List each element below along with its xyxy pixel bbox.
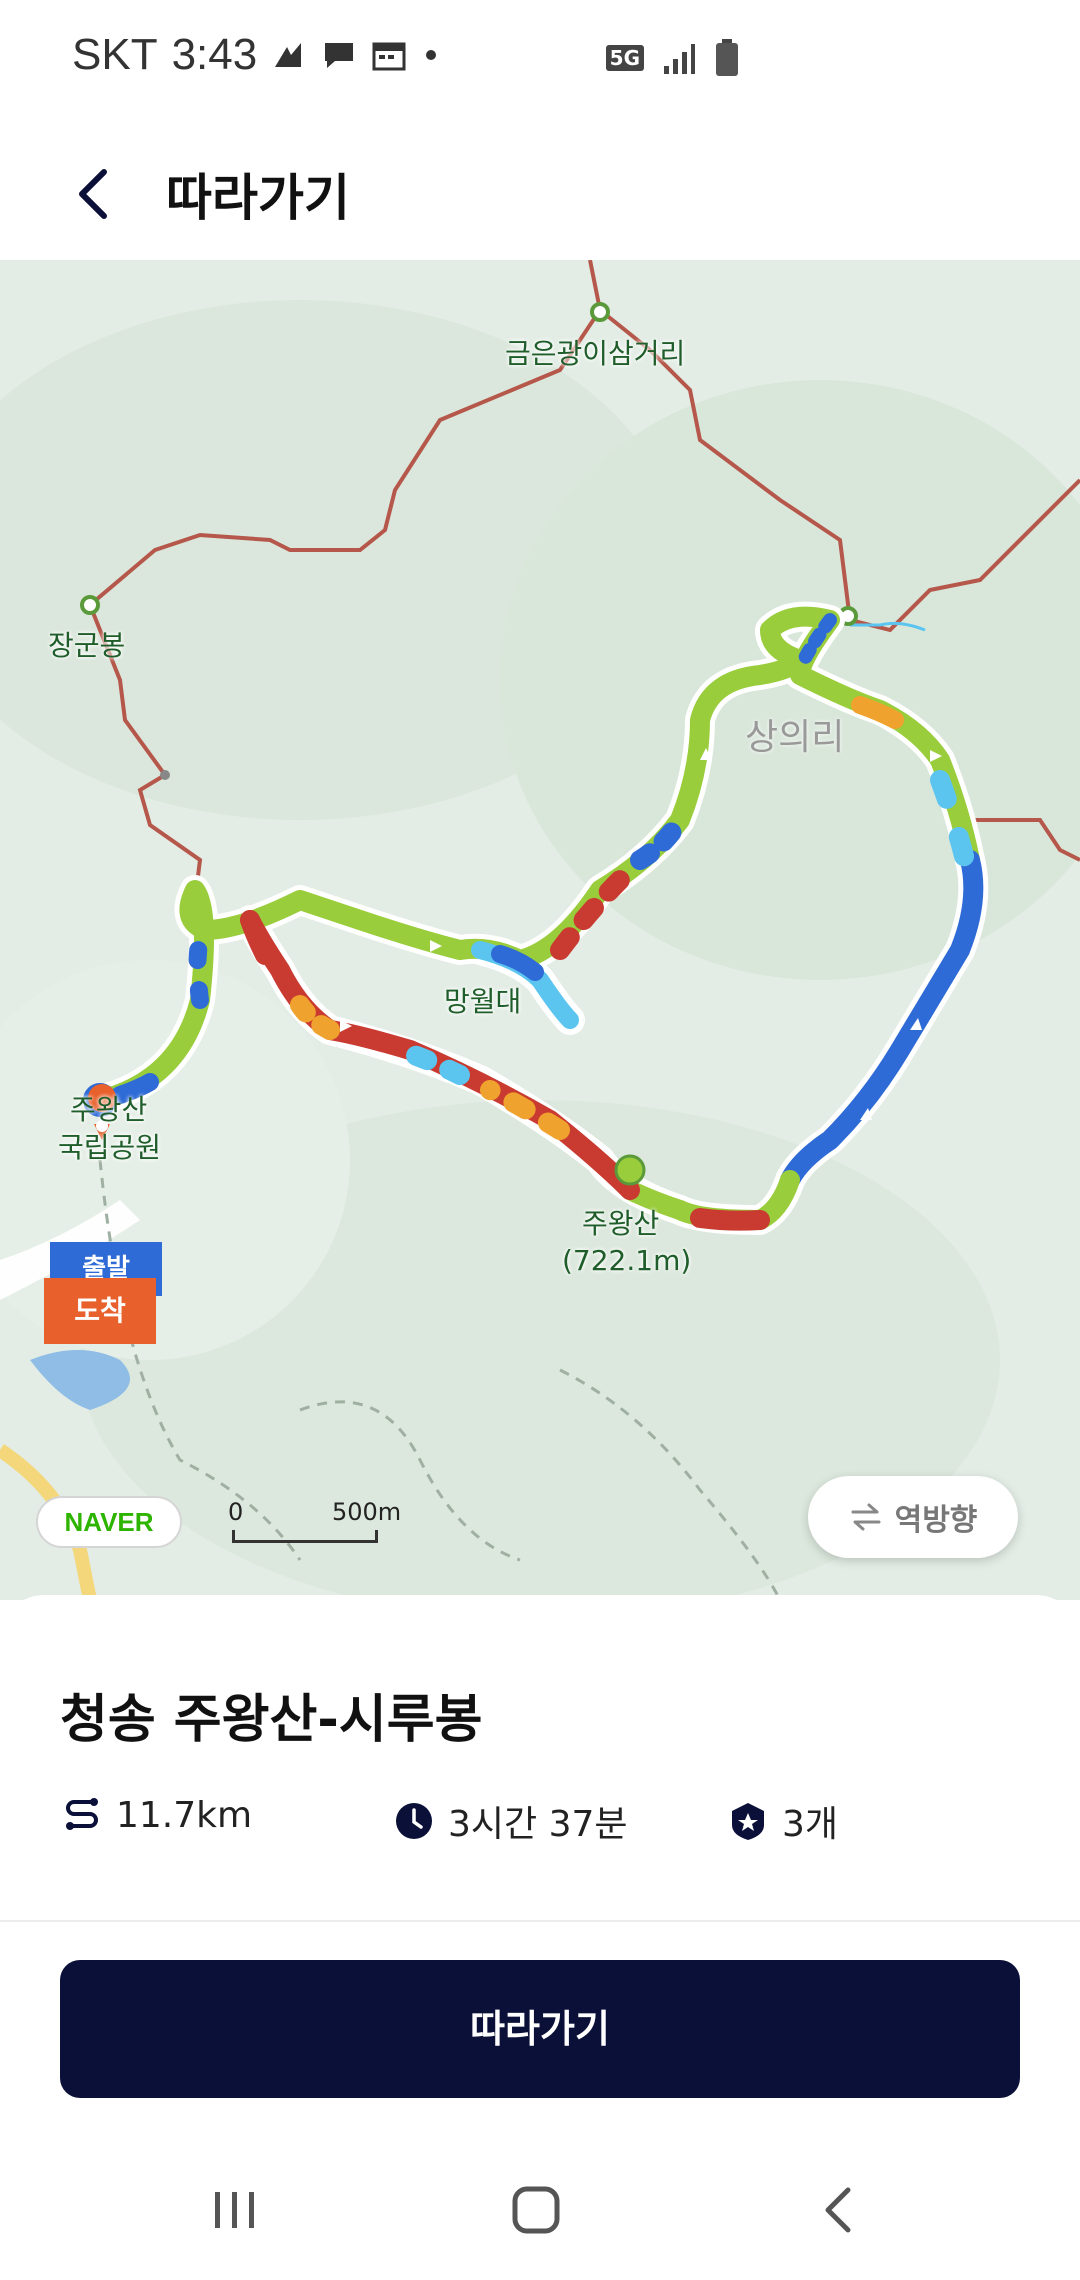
map-label-junction: 금은광이삼거리 — [505, 337, 686, 370]
page-title: 따라가기 — [166, 169, 350, 227]
back-icon[interactable] — [810, 2180, 870, 2240]
duration-value: 3시간 37분 — [448, 1804, 628, 1845]
clock-label: 3:43 — [171, 30, 258, 79]
home-icon[interactable] — [506, 2180, 566, 2240]
distance-stat: 11.7km — [62, 1795, 252, 1836]
signal-icon — [664, 44, 695, 74]
app-notification-icon — [275, 43, 302, 67]
follow-button[interactable]: 따라가기 — [60, 1960, 1020, 2098]
map-label-park-line2: 국립공원 — [58, 1131, 162, 1164]
course-title: 청송 주왕산-시루봉 — [60, 1690, 483, 1750]
calendar-icon — [372, 42, 406, 71]
scale-distance-label: 500m — [332, 1498, 402, 1526]
carrier-label: SKT — [72, 30, 158, 79]
map-label-juwangsan: 주왕산 — [582, 1207, 660, 1240]
naver-logo: NAVER — [36, 1496, 182, 1548]
battery-icon — [716, 39, 738, 76]
distance-value: 11.7km — [116, 1795, 253, 1836]
scale-bar — [232, 1530, 378, 1543]
map-scale: 0 500m — [228, 1498, 428, 1558]
badge-count-stat: 3개 — [728, 1795, 838, 1847]
badge-count-value: 3개 — [782, 1804, 839, 1845]
shield-star-icon — [732, 1803, 764, 1840]
route-map[interactable]: 금은광이삼거리 장군봉 상의리 망월대 주왕산 (722.1m) 주왕산 국립공… — [0, 260, 1080, 1600]
reverse-direction-button[interactable]: 역방향 — [808, 1476, 1018, 1558]
dot-icon — [426, 50, 437, 60]
end-badge: 도착 — [44, 1278, 156, 1344]
map-label-janggunbong: 장군봉 — [48, 629, 126, 662]
map-label-sanguiri: 상의리 — [745, 717, 845, 758]
scale-zero-label: 0 — [228, 1498, 244, 1526]
app-bar: 따라가기 — [0, 130, 1080, 260]
status-left: SKT 3:43 — [72, 30, 441, 80]
recent-apps-icon[interactable] — [205, 2180, 265, 2240]
map-label-park-line1: 주왕산 — [70, 1093, 148, 1126]
status-right: 5G — [605, 38, 740, 78]
swap-arrows-icon — [851, 1503, 881, 1531]
section-divider — [0, 1920, 1080, 1922]
map-label-mangwoldae: 망월대 — [444, 985, 522, 1018]
map-canvas[interactable] — [0, 260, 1080, 1600]
reverse-direction-label: 역방향 — [894, 1503, 978, 1538]
clock-icon — [396, 1803, 432, 1839]
chat-icon — [325, 43, 354, 68]
status-bar: SKT 3:43 5G — [0, 0, 1080, 130]
back-button[interactable] — [60, 158, 132, 230]
route-icon — [66, 1797, 98, 1830]
network-type-label: 5G — [605, 45, 644, 71]
map-label-juwangsan-height: (722.1m) — [562, 1244, 692, 1277]
system-nav-bar — [0, 2150, 1080, 2280]
chevron-left-icon — [79, 169, 107, 219]
notification-icons — [271, 37, 441, 73]
duration-stat: 3시간 37분 — [394, 1795, 628, 1847]
